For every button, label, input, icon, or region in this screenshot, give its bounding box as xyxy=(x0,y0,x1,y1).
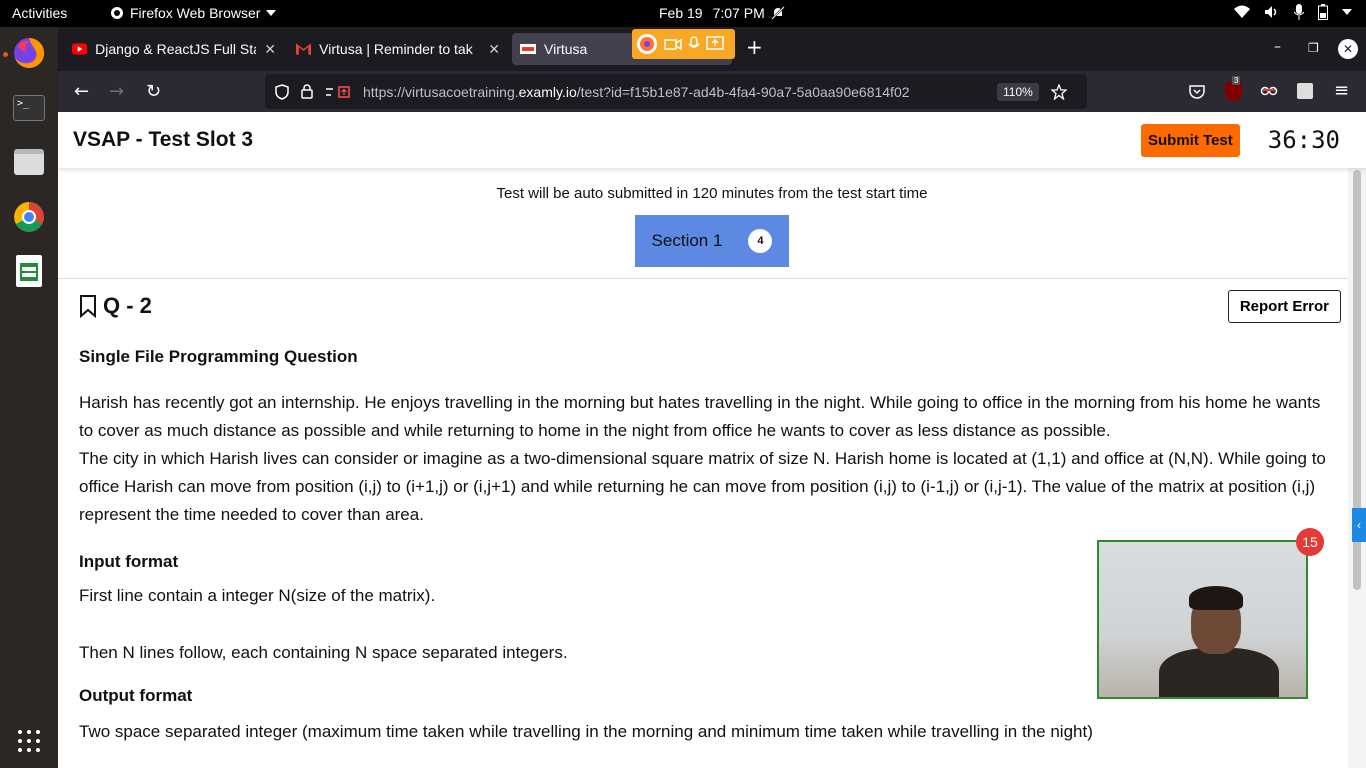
submit-test-button[interactable]: Submit Test xyxy=(1141,123,1240,157)
ublock-icon[interactable]: 3 xyxy=(1225,76,1242,101)
sharing-indicator[interactable] xyxy=(632,29,735,59)
bookmark-star-icon[interactable] xyxy=(1050,83,1067,100)
minimize-icon[interactable]: – xyxy=(1274,39,1281,55)
firefox-window: Django & ReactJS Full Sta ✕ Virtusa | Re… xyxy=(58,27,1366,768)
system-top-bar: Activities Firefox Web Browser Feb 19 7:… xyxy=(0,0,1366,27)
page-title: VSAP - Test Slot 3 xyxy=(73,128,254,151)
spreadsheet-icon[interactable] xyxy=(9,251,49,291)
firefox-sharing-icon xyxy=(637,34,657,54)
tab-virtusa-reminder[interactable]: Virtusa | Reminder to tak ✕ xyxy=(288,33,508,65)
pocket-icon[interactable] xyxy=(1189,85,1205,99)
permissions-icon xyxy=(326,85,350,98)
files-icon[interactable] xyxy=(9,142,49,182)
lock-icon xyxy=(301,84,313,99)
back-icon[interactable]: ← xyxy=(74,81,89,102)
webcam-person xyxy=(1159,648,1279,697)
close-tab-icon[interactable]: ✕ xyxy=(488,41,500,58)
extension-glasses-icon[interactable] xyxy=(1260,85,1278,97)
side-panel-toggle[interactable]: ‹ xyxy=(1352,508,1366,542)
reload-icon[interactable]: ↻ xyxy=(146,81,161,102)
report-error-button[interactable]: Report Error xyxy=(1227,290,1341,323)
wifi-icon xyxy=(1234,5,1250,18)
question-paragraph: The city in which Harish lives can consi… xyxy=(79,449,1326,524)
camera-sharing-icon xyxy=(664,38,682,51)
chrome-icon[interactable] xyxy=(9,197,49,237)
question-heading: Q - 2 xyxy=(79,293,1328,319)
question-type: Single File Programming Question xyxy=(79,347,358,366)
screen-sharing-icon xyxy=(706,36,724,50)
section-label: Section 1 xyxy=(651,231,723,250)
shield-icon xyxy=(275,83,289,100)
webcam-badge: 15 xyxy=(1296,528,1324,556)
tab-label: Virtusa | Reminder to tak xyxy=(319,41,473,57)
firefox-icon[interactable] xyxy=(9,33,49,73)
forward-icon[interactable]: → xyxy=(109,81,124,102)
extension-puzzle-icon[interactable] xyxy=(1297,83,1313,99)
bookmark-icon[interactable] xyxy=(79,294,97,318)
zoom-level[interactable]: 110% xyxy=(997,82,1039,101)
battery-icon xyxy=(1318,4,1328,20)
url-bar[interactable]: https://virtusacoetraining.examly.io/tes… xyxy=(265,74,1087,109)
section-question-count: 4 xyxy=(748,229,773,253)
section-tab[interactable]: Section 1 4 xyxy=(635,215,789,267)
examly-icon xyxy=(520,44,536,54)
clock[interactable]: Feb 19 7:07 PM xyxy=(659,5,785,21)
hamburger-menu-icon[interactable]: ≡ xyxy=(1334,80,1349,101)
close-tab-icon[interactable]: ✕ xyxy=(264,41,276,58)
system-tray[interactable] xyxy=(1234,4,1352,20)
auto-submit-notice: Test will be auto submitted in 120 minut… xyxy=(496,185,928,202)
question-number: Q - 2 xyxy=(103,293,152,318)
url-text: https://virtusacoetraining.examly.io/tes… xyxy=(363,83,910,100)
restore-icon[interactable]: ❐ xyxy=(1308,41,1319,55)
terminal-icon[interactable]: >_ xyxy=(9,88,49,128)
volume-icon xyxy=(1265,6,1277,18)
app-menu-label: Firefox Web Browser xyxy=(130,5,261,21)
countdown-timer: 36:30 xyxy=(1267,126,1340,154)
chevron-down-icon xyxy=(266,10,277,16)
clock-date: Feb 19 xyxy=(659,5,703,21)
ublock-count: 3 xyxy=(1232,76,1241,85)
activities-button[interactable]: Activities xyxy=(12,5,67,21)
tab-strip: Django & ReactJS Full Sta ✕ Virtusa | Re… xyxy=(58,27,1366,71)
output-format-line: Two space separated integer (maximum tim… xyxy=(79,722,1093,741)
close-window-icon[interactable]: ✕ xyxy=(1338,39,1358,59)
question-description: Harish has recently got an internship. H… xyxy=(79,389,1328,529)
clock-time: 7:07 PM xyxy=(712,5,765,21)
tab-django[interactable]: Django & ReactJS Full Sta ✕ xyxy=(64,33,284,65)
microphone-icon xyxy=(1294,4,1304,20)
webcam-preview[interactable] xyxy=(1097,540,1308,699)
exam-header: VSAP - Test Slot 3 Submit Test 36:30 xyxy=(58,112,1366,168)
youtube-icon xyxy=(72,43,88,55)
notifications-off-icon xyxy=(771,6,785,20)
exam-page: VSAP - Test Slot 3 Submit Test 36:30 Tes… xyxy=(58,112,1366,768)
question-paragraph: Harish has recently got an internship. H… xyxy=(79,393,1321,440)
app-grid-icon[interactable] xyxy=(9,721,49,761)
page-scrollbar[interactable] xyxy=(1348,168,1366,768)
system-menu-chevron-icon xyxy=(1342,9,1352,15)
webcam-hair xyxy=(1189,586,1243,610)
firefox-small-icon xyxy=(111,7,123,19)
app-menu[interactable]: Firefox Web Browser xyxy=(110,5,277,21)
tab-label: Django & ReactJS Full Sta xyxy=(95,41,257,57)
gmail-icon xyxy=(296,43,312,55)
microphone-sharing-icon xyxy=(688,36,700,48)
running-indicator xyxy=(3,52,8,57)
navigation-bar: ← → ↻ https://virtusacoetraining.examly.… xyxy=(58,71,1366,112)
new-tab-icon[interactable]: + xyxy=(746,35,763,59)
dock: >_ xyxy=(0,27,58,768)
